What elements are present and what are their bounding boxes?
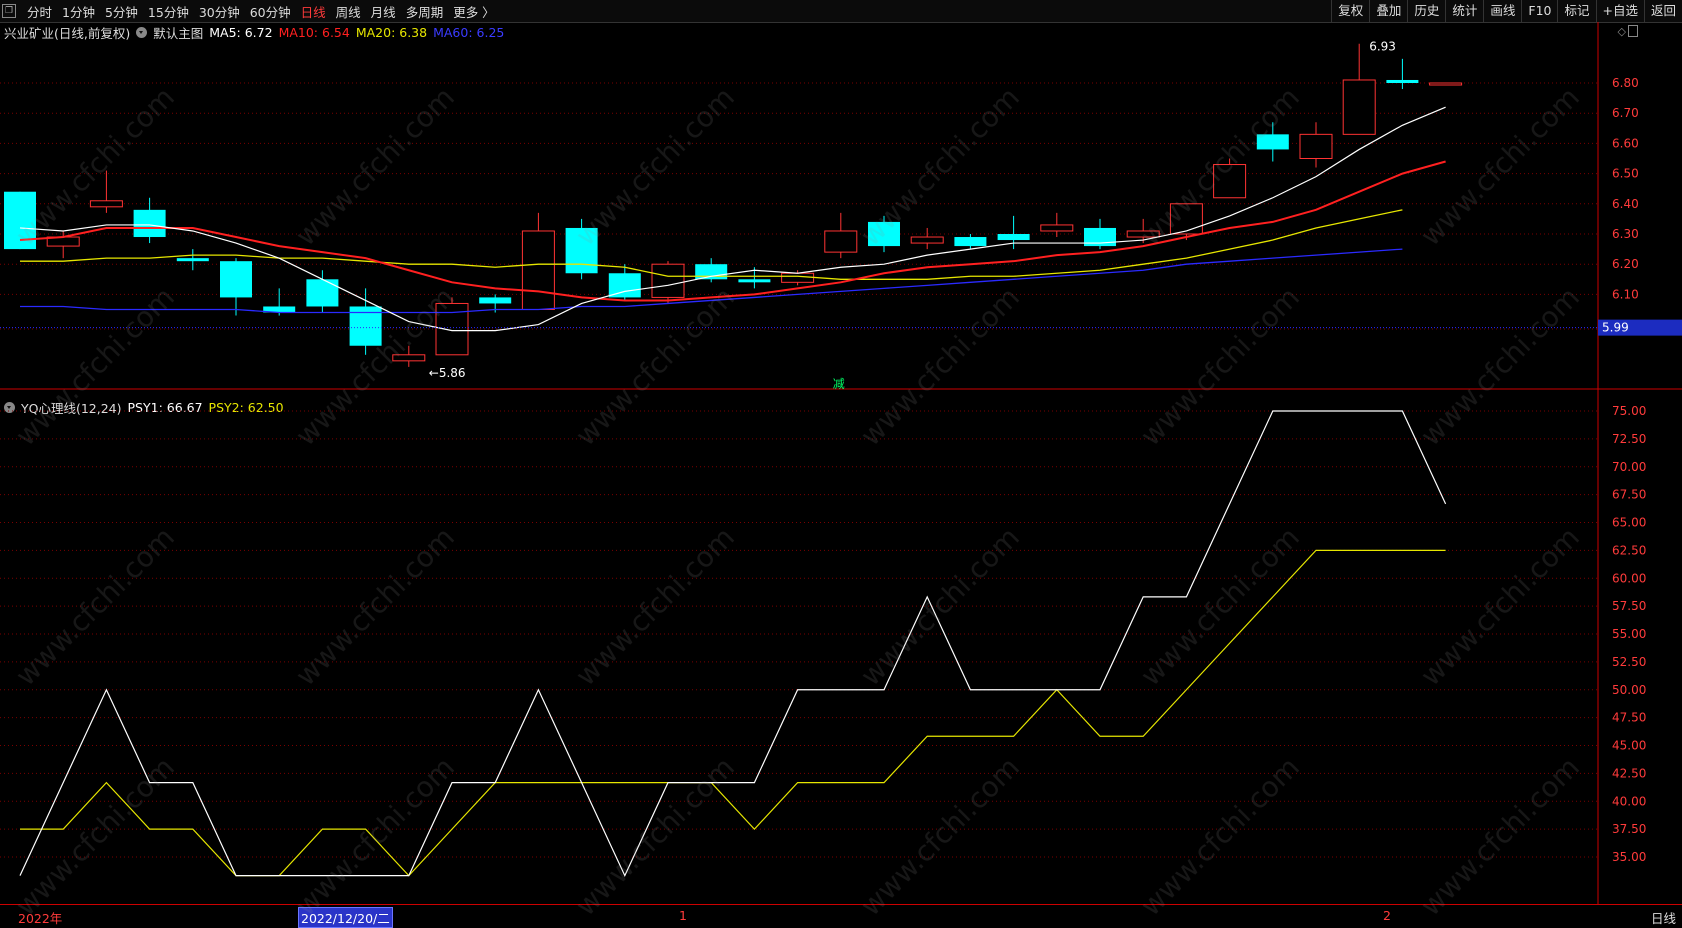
candle-body-22 [954, 237, 987, 247]
date-axis: 2022年 2022/12/20/二 1 2 日线 [0, 904, 1682, 928]
low-price-label: ←5.86 [429, 366, 466, 380]
sub-y-tick-0: 35.00 [1612, 850, 1646, 864]
candle-body-31 [1342, 79, 1376, 135]
main-y-tick-3: 6.40 [1612, 197, 1639, 211]
sub-y-tick-5: 47.50 [1612, 711, 1646, 725]
candle-body-9 [392, 354, 426, 362]
candle-body-5 [220, 261, 252, 298]
candle-body-19 [824, 230, 858, 253]
sub-y-tick-3: 42.50 [1612, 766, 1646, 780]
sub-y-tick-15: 72.50 [1612, 432, 1646, 446]
candle-body-3 [133, 209, 166, 238]
main-y-tick-1: 6.20 [1612, 257, 1639, 271]
candle-body-23 [997, 234, 1030, 241]
candle-body-15 [651, 263, 685, 298]
candle-body-18 [781, 272, 815, 283]
candle-body-29 [1256, 134, 1289, 150]
candle-body-28 [1213, 164, 1247, 199]
sub-y-tick-8: 55.00 [1612, 627, 1646, 641]
kline-chart[interactable]: 6.10 6.20 6.30 6.40 6.50 6.60 6.70 6.80 6.93 ←5.8… [0, 0, 1682, 904]
candle-body-16 [695, 264, 728, 280]
sub-y-tick-4: 45.00 [1612, 739, 1646, 753]
main-y-tick-6: 6.70 [1612, 106, 1639, 120]
candle-body-7 [306, 279, 339, 307]
sub-y-tick-14: 70.00 [1612, 460, 1646, 474]
current-price-label: 5.99 [1602, 321, 1629, 335]
sub-y-tick-6: 50.00 [1612, 683, 1646, 697]
period-mode-label[interactable]: 日线 [1651, 908, 1676, 927]
candle-body-12 [521, 230, 555, 310]
sub-y-tick-13: 67.50 [1612, 488, 1646, 502]
candle-body-17 [738, 279, 771, 283]
sub-y-tick-12: 65.00 [1612, 516, 1646, 530]
candle-body-13 [565, 227, 598, 274]
sub-y-tick-7: 52.50 [1612, 655, 1646, 669]
main-y-tick-0: 6.10 [1612, 287, 1639, 301]
high-price-label: 6.93 [1369, 40, 1396, 54]
sub-y-tick-2: 40.00 [1612, 794, 1646, 808]
sub-y-tick-11: 62.50 [1612, 543, 1646, 557]
main-y-tick-4: 6.50 [1612, 167, 1639, 181]
month-label-1: 1 [679, 908, 687, 923]
candle-body-27 [1169, 203, 1203, 235]
candle-body-21 [910, 236, 944, 244]
candle-body-32 [1386, 79, 1419, 83]
month-label-2: 2 [1383, 908, 1391, 923]
sub-y-tick-10: 60.00 [1612, 571, 1646, 585]
sub-y-tick-1: 37.50 [1612, 822, 1646, 836]
main-y-tick-7: 6.80 [1612, 76, 1639, 90]
sub-y-tick-9: 57.50 [1612, 599, 1646, 613]
selected-date: 2022/12/20/二 [298, 907, 393, 928]
candle-body-26 [1126, 230, 1160, 238]
candle-body-11 [479, 297, 512, 304]
main-y-tick-5: 6.60 [1612, 136, 1639, 150]
candle-body-0 [4, 191, 36, 250]
main-y-tick-2: 6.30 [1612, 227, 1639, 241]
reduce-signal-mark: 减 [833, 377, 845, 391]
candle-body-24 [1040, 224, 1074, 232]
year-label: 2022年 [18, 911, 63, 926]
psy2-line [20, 549, 1446, 877]
candle-body-20 [868, 221, 900, 247]
candle-body-2 [89, 200, 123, 208]
candle-body-4 [176, 258, 209, 262]
candle-body-33 [1429, 82, 1463, 86]
sub-y-tick-16: 75.00 [1612, 404, 1646, 418]
candle-body-14 [608, 273, 641, 298]
candle-body-30 [1299, 133, 1333, 159]
